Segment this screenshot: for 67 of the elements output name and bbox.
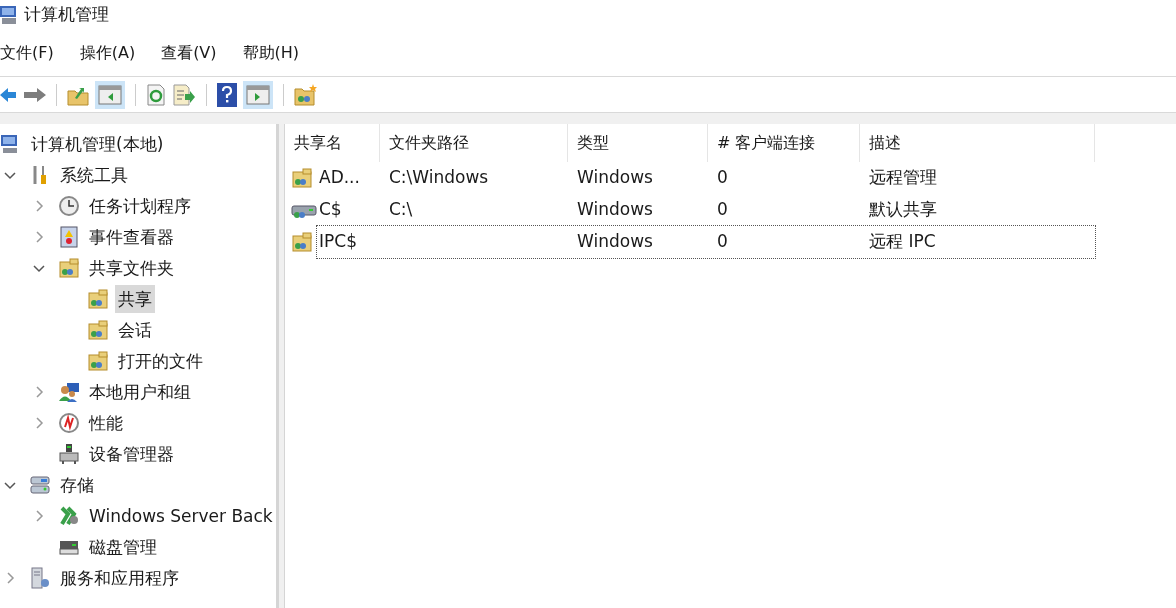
- menu-item[interactable]: 文件(F): [0, 41, 54, 65]
- window-title: 计算机管理: [24, 3, 109, 27]
- chevron-right-icon[interactable]: [33, 416, 45, 429]
- tree-item[interactable]: 设备管理器: [86, 439, 177, 468]
- tree-item[interactable]: 事件查看器: [86, 222, 177, 251]
- chevron-right-icon[interactable]: [33, 230, 45, 243]
- storage-icon: [29, 473, 51, 496]
- computer-icon: [0, 5, 18, 25]
- shared-folder-icon: [58, 256, 80, 279]
- device-icon: [58, 442, 80, 465]
- table-cell: Windows: [577, 167, 653, 188]
- clock-icon: [58, 194, 80, 217]
- tree-item[interactable]: 共享文件夹: [86, 253, 177, 282]
- event-log-icon: [58, 225, 80, 248]
- chevron-right-icon[interactable]: [33, 385, 45, 398]
- refresh-icon[interactable]: [146, 83, 166, 106]
- table-cell: AD...: [319, 167, 360, 188]
- shared-folder-icon: [87, 287, 109, 310]
- table-cell: C:\: [389, 199, 413, 220]
- row-focus-outline[interactable]: IPC$ Windows 0 远程 IPC: [317, 226, 1095, 258]
- tree-item[interactable]: 打开的文件: [115, 346, 206, 375]
- help-icon[interactable]: [217, 82, 237, 107]
- column-header[interactable]: 共享名: [285, 124, 380, 162]
- table-cell: Windows: [577, 199, 653, 220]
- tree-item[interactable]: 本地用户和组: [86, 377, 194, 406]
- tree-item[interactable]: 计算机管理(本地): [28, 129, 167, 158]
- table-cell: 0: [717, 231, 728, 252]
- chevron-right-icon[interactable]: [4, 571, 16, 584]
- shared-folder-icon: [291, 231, 313, 253]
- tree-item[interactable]: 会话: [115, 315, 155, 344]
- table-cell: 默认共享: [869, 199, 937, 220]
- export-list-icon[interactable]: [172, 83, 196, 106]
- tree-item[interactable]: 任务计划程序: [86, 191, 194, 220]
- table-cell: 0: [717, 199, 728, 220]
- shared-folder-icon: [87, 349, 109, 372]
- gauge-icon: [58, 411, 80, 434]
- column-header[interactable]: # 客户端连接: [708, 124, 860, 162]
- backup-icon: [58, 504, 80, 527]
- tree-item[interactable]: 系统工具: [57, 160, 131, 189]
- users-icon: [58, 380, 80, 403]
- table-cell: 远程 IPC: [869, 231, 936, 252]
- table-cell: IPC$: [319, 231, 357, 252]
- menu-item[interactable]: 操作(A): [79, 41, 136, 65]
- table-cell: C$: [319, 199, 342, 220]
- tree-item[interactable]: 磁盘管理: [86, 532, 160, 561]
- tree-item[interactable]: 服务和应用程序: [57, 563, 182, 592]
- new-share-icon[interactable]: [294, 82, 318, 107]
- table-cell: 远程管理: [869, 167, 937, 188]
- chevron-right-icon[interactable]: [33, 199, 45, 212]
- pane-toggle-icon[interactable]: [95, 80, 125, 109]
- chevron-right-icon[interactable]: [33, 509, 45, 522]
- tree-item[interactable]: 存储: [57, 470, 97, 499]
- tree-item[interactable]: 性能: [86, 408, 126, 437]
- menu-item[interactable]: 查看(V): [161, 41, 217, 65]
- tree-item[interactable]: 共享: [115, 284, 155, 313]
- table-cell: Windows: [577, 231, 653, 252]
- column-header[interactable]: 类型: [568, 124, 708, 162]
- services-icon: [29, 566, 51, 589]
- table-cell: C:\Windows: [389, 167, 489, 188]
- table-cell: 0: [717, 167, 728, 188]
- menu-item[interactable]: 帮助(H): [242, 41, 300, 65]
- column-header[interactable]: 描述: [860, 124, 1095, 162]
- column-header[interactable]: 文件夹路径: [380, 124, 568, 162]
- shared-folder-icon: [291, 167, 313, 189]
- shared-folder-icon: [87, 318, 109, 341]
- pane-toggle-icon[interactable]: [243, 80, 273, 109]
- tree-item[interactable]: Windows Server Back: [86, 501, 276, 530]
